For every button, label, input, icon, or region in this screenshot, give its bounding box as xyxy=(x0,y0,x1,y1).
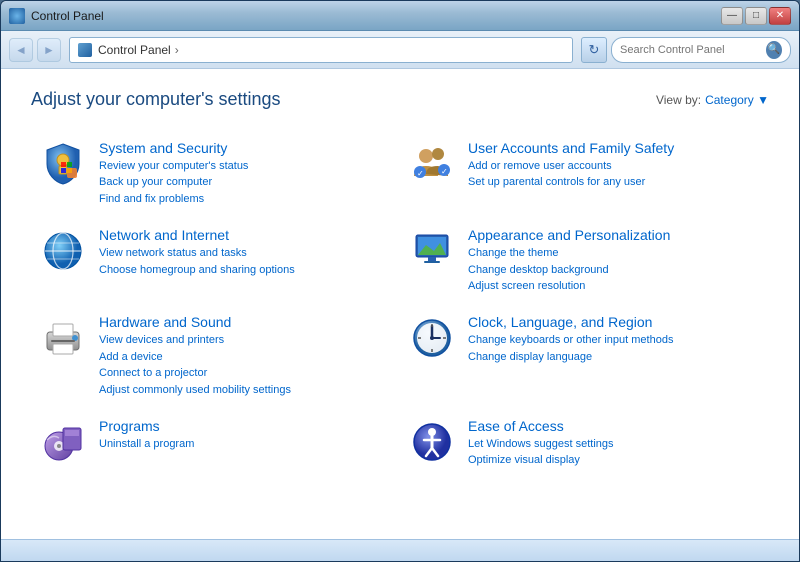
adjust-resolution-link[interactable]: Adjust screen resolution xyxy=(468,279,761,294)
breadcrumb-text: Control Panel xyxy=(98,43,171,57)
network-internet-title[interactable]: Network and Internet xyxy=(99,227,392,243)
appearance-icon xyxy=(408,227,456,275)
ease-access-title[interactable]: Ease of Access xyxy=(468,418,761,434)
uninstall-link[interactable]: Uninstall a program xyxy=(99,437,392,452)
title-bar: Control Panel — □ ✕ xyxy=(1,1,799,31)
search-input[interactable] xyxy=(620,44,762,56)
appearance-title[interactable]: Appearance and Personalization xyxy=(468,227,761,243)
appearance-links: Change the theme Change desktop backgrou… xyxy=(468,246,761,294)
clock-text: Clock, Language, and Region Change keybo… xyxy=(468,314,761,365)
programs-title[interactable]: Programs xyxy=(99,418,392,434)
user-accounts-icon: ✓ ✓ xyxy=(408,140,456,188)
system-security-links: Review your computer's status Back up yo… xyxy=(99,159,392,207)
main-content: Adjust your computer's settings View by:… xyxy=(1,69,799,539)
category-appearance: Appearance and Personalization Change th… xyxy=(400,217,769,304)
network-internet-links: View network status and tasks Choose hom… xyxy=(99,246,392,278)
system-security-text: System and Security Review your computer… xyxy=(99,140,392,207)
programs-icon xyxy=(39,418,87,466)
category-ease-access: Ease of Access Let Windows suggest setti… xyxy=(400,408,769,479)
parental-controls-link[interactable]: Set up parental controls for any user xyxy=(468,175,761,190)
windows-suggest-link[interactable]: Let Windows suggest settings xyxy=(468,437,761,452)
programs-links: Uninstall a program xyxy=(99,437,392,452)
clock-title[interactable]: Clock, Language, and Region xyxy=(468,314,761,330)
view-by-label: View by: xyxy=(656,93,701,107)
category-hardware-sound: Hardware and Sound View devices and prin… xyxy=(31,304,400,408)
add-remove-accounts-link[interactable]: Add or remove user accounts xyxy=(468,159,761,174)
window-title: Control Panel xyxy=(31,9,104,23)
window-controls: — □ ✕ xyxy=(721,7,791,25)
category-system-security: System and Security Review your computer… xyxy=(31,130,400,217)
programs-text: Programs Uninstall a program xyxy=(99,418,392,452)
user-accounts-title[interactable]: User Accounts and Family Safety xyxy=(468,140,761,156)
user-accounts-text: User Accounts and Family Safety Add or r… xyxy=(468,140,761,191)
hardware-sound-title[interactable]: Hardware and Sound xyxy=(99,314,392,330)
hardware-sound-links: View devices and printers Add a device C… xyxy=(99,333,392,398)
homegroup-link[interactable]: Choose homegroup and sharing options xyxy=(99,263,392,278)
close-button[interactable]: ✕ xyxy=(769,7,791,25)
app-icon xyxy=(9,8,25,24)
change-display-language-link[interactable]: Change display language xyxy=(468,350,761,365)
refresh-button[interactable]: ↻ xyxy=(581,37,607,63)
change-theme-link[interactable]: Change the theme xyxy=(468,246,761,261)
optimize-visual-link[interactable]: Optimize visual display xyxy=(468,453,761,468)
ease-access-icon xyxy=(408,418,456,466)
breadcrumb-icon xyxy=(78,43,92,57)
svg-text:✓: ✓ xyxy=(417,169,424,178)
category-programs: Programs Uninstall a program xyxy=(31,408,400,479)
page-title: Adjust your computer's settings xyxy=(31,89,281,110)
ease-access-links: Let Windows suggest settings Optimize vi… xyxy=(468,437,761,469)
clock-icon xyxy=(408,314,456,362)
main-window: Control Panel — □ ✕ ◄ ► Control Panel › … xyxy=(0,0,800,562)
ease-access-text: Ease of Access Let Windows suggest setti… xyxy=(468,418,761,469)
review-status-link[interactable]: Review your computer's status xyxy=(99,159,392,174)
title-bar-left: Control Panel xyxy=(9,8,104,24)
forward-button[interactable]: ► xyxy=(37,38,61,62)
mobility-settings-link[interactable]: Adjust commonly used mobility settings xyxy=(99,383,392,398)
view-by-control: View by: Category ▼ xyxy=(656,93,769,107)
maximize-button[interactable]: □ xyxy=(745,7,767,25)
network-internet-text: Network and Internet View network status… xyxy=(99,227,392,278)
svg-text:✓: ✓ xyxy=(441,167,448,176)
add-device-link[interactable]: Add a device xyxy=(99,350,392,365)
change-keyboards-link[interactable]: Change keyboards or other input methods xyxy=(468,333,761,348)
toolbar: ◄ ► Control Panel › ↻ 🔍 xyxy=(1,31,799,69)
fix-problems-link[interactable]: Find and fix problems xyxy=(99,192,392,207)
page-header: Adjust your computer's settings View by:… xyxy=(31,89,769,110)
category-clock: Clock, Language, and Region Change keybo… xyxy=(400,304,769,408)
minimize-button[interactable]: — xyxy=(721,7,743,25)
clock-links: Change keyboards or other input methods … xyxy=(468,333,761,365)
hardware-sound-text: Hardware and Sound View devices and prin… xyxy=(99,314,392,398)
appearance-text: Appearance and Personalization Change th… xyxy=(468,227,761,294)
search-bar: 🔍 xyxy=(611,37,791,63)
system-security-icon xyxy=(39,140,87,188)
system-security-title[interactable]: System and Security xyxy=(99,140,392,156)
search-button[interactable]: 🔍 xyxy=(766,41,782,59)
network-internet-icon xyxy=(39,227,87,275)
change-background-link[interactable]: Change desktop background xyxy=(468,263,761,278)
hardware-sound-icon xyxy=(39,314,87,362)
user-accounts-links: Add or remove user accounts Set up paren… xyxy=(468,159,761,191)
category-user-accounts: ✓ ✓ User Accounts and Family Safety Add … xyxy=(400,130,769,217)
category-network-internet: Network and Internet View network status… xyxy=(31,217,400,304)
connect-projector-link[interactable]: Connect to a projector xyxy=(99,366,392,381)
categories-grid: System and Security Review your computer… xyxy=(31,130,769,479)
breadcrumb-bar: Control Panel › xyxy=(69,37,573,63)
view-network-status-link[interactable]: View network status and tasks xyxy=(99,246,392,261)
backup-link[interactable]: Back up your computer xyxy=(99,175,392,190)
status-bar xyxy=(1,539,799,561)
view-devices-link[interactable]: View devices and printers xyxy=(99,333,392,348)
back-button[interactable]: ◄ xyxy=(9,38,33,62)
breadcrumb-arrow: › xyxy=(175,43,179,57)
view-by-dropdown[interactable]: Category ▼ xyxy=(705,93,769,107)
